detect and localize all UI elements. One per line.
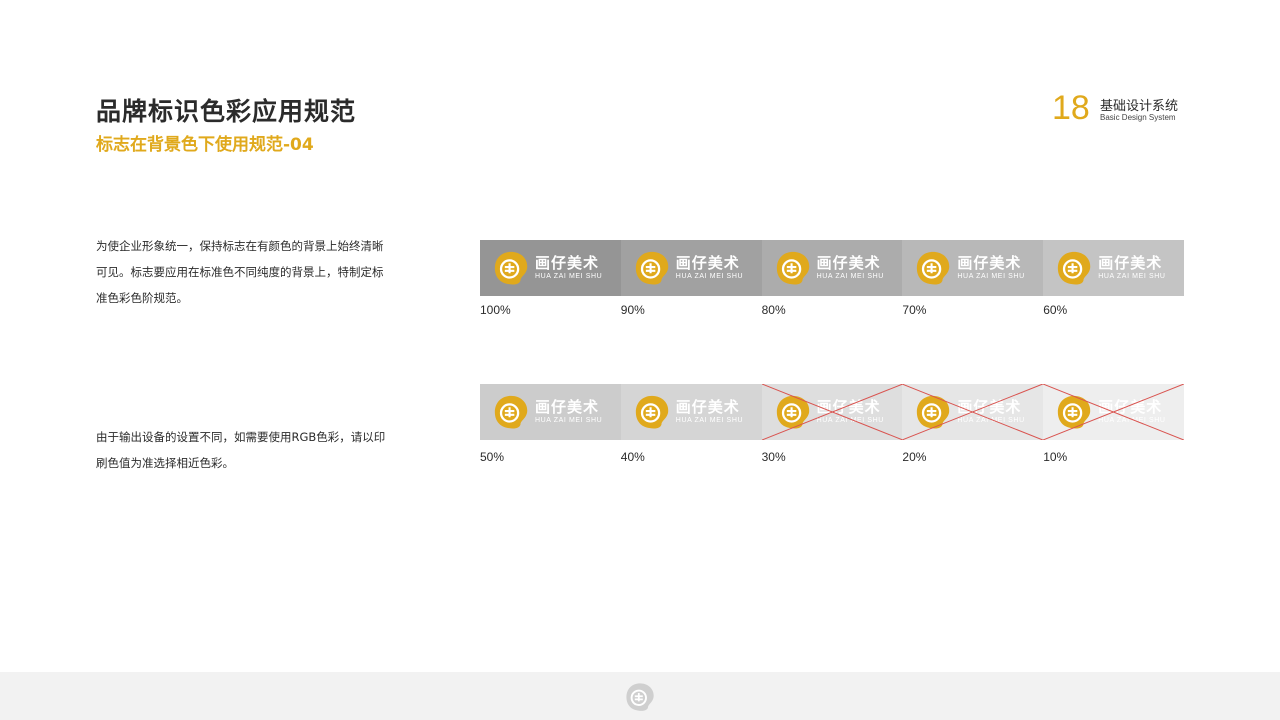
swatch-bar-row-2: 画仔美术 HUA ZAI MEI SHU 画仔美术 HUA ZAI MEI SHU 画仔… — [480, 384, 1184, 440]
logo-name-en: HUA ZAI MEI SHU — [816, 272, 884, 280]
logo-mark-icon — [1058, 251, 1091, 285]
swatch-percentage-label: 50% — [480, 450, 505, 464]
color-swatch: 画仔美术 HUA ZAI MEI SHU — [480, 240, 621, 296]
color-swatch: 画仔美术 HUA ZAI MEI SHU — [620, 240, 762, 296]
swatch-percentage-label: 100% — [480, 303, 511, 317]
logo-name-en: HUA ZAI MEI SHU — [1098, 272, 1166, 280]
logo-name-en: HUA ZAI MEI SHU — [675, 416, 744, 424]
swatch-percentage-label: 30% — [761, 450, 786, 464]
brand-logo: 画仔美术 HUA ZAI MEI SHU — [1055, 249, 1165, 287]
footer — [0, 672, 1280, 720]
color-swatch: 画仔美术 HUA ZAI MEI SHU — [1043, 240, 1184, 296]
swatch-percentage-label: 40% — [620, 450, 645, 464]
color-swatch: 画仔美术 HUA ZAI MEI SHU — [620, 384, 762, 440]
swatch-percentage-label: 80% — [761, 303, 786, 317]
invalid-cross-icon — [762, 384, 903, 440]
logo-name-en: HUA ZAI MEI SHU — [535, 416, 603, 424]
swatch-percentage-label: 60% — [1043, 303, 1068, 317]
color-swatch: 画仔美术 HUA ZAI MEI SHU — [1043, 384, 1184, 440]
logo-name-cn: 画仔美术 — [535, 397, 600, 416]
logo-name-cn: 画仔美术 — [675, 253, 740, 272]
logo-mark-icon — [917, 251, 950, 285]
swatch-percentage-label: 10% — [1043, 450, 1068, 464]
logo-mark-icon — [776, 251, 809, 285]
page-title: 品牌标识色彩应用规范 — [96, 97, 357, 126]
logo-mark-icon — [494, 395, 528, 429]
logo-name-cn: 画仔美术 — [1098, 253, 1163, 272]
logo-name-en: HUA ZAI MEI SHU — [957, 272, 1025, 280]
brand-logo: 画仔美术 HUA ZAI MEI SHU — [633, 393, 743, 431]
brand-logo: 画仔美术 HUA ZAI MEI SHU — [633, 249, 743, 287]
invalid-cross-icon — [902, 384, 1043, 440]
logo-mark-icon — [494, 251, 528, 285]
swatch-percentage-label: 70% — [902, 303, 927, 317]
footer-logo-icon — [626, 683, 654, 711]
logo-name-en: HUA ZAI MEI SHU — [535, 272, 603, 280]
color-swatch: 画仔美术 HUA ZAI MEI SHU — [480, 384, 621, 440]
color-swatch: 画仔美术 HUA ZAI MEI SHU — [761, 240, 903, 296]
logo-name-cn: 画仔美术 — [957, 253, 1022, 272]
logo-name-cn: 画仔美术 — [816, 253, 881, 272]
page-subtitle: 标志在背景色下使用规范-04 — [96, 135, 314, 155]
logo-name-cn: 画仔美术 — [535, 253, 600, 272]
description-rgb-note: 由于输出设备的设置不同，如需要使用RGB色彩，请以印刷色值为准选择相近色彩。 — [96, 430, 386, 470]
logo-mark-icon — [635, 395, 669, 429]
system-title-en: Basic Design System — [1100, 113, 1176, 122]
logo-name-cn: 画仔美术 — [675, 397, 740, 416]
brand-logo: 画仔美术 HUA ZAI MEI SHU — [492, 393, 602, 431]
swatch-percentage-label: 90% — [620, 303, 645, 317]
swatch-bar-row-1: 画仔美术 HUA ZAI MEI SHU 画仔美术 HUA ZAI MEI SHU 画仔… — [480, 240, 1184, 296]
color-swatch: 画仔美术 HUA ZAI MEI SHU — [902, 240, 1044, 296]
swatch-percentage-label: 20% — [902, 450, 927, 464]
system-title-cn: 基础设计系统 — [1100, 99, 1179, 114]
brand-logo: 画仔美术 HUA ZAI MEI SHU — [492, 249, 602, 287]
color-swatch: 画仔美术 HUA ZAI MEI SHU — [761, 384, 903, 440]
brand-logo: 画仔美术 HUA ZAI MEI SHU — [774, 249, 884, 287]
invalid-cross-icon — [1043, 384, 1184, 440]
logo-name-en: HUA ZAI MEI SHU — [675, 272, 744, 280]
color-swatch: 画仔美术 HUA ZAI MEI SHU — [902, 384, 1044, 440]
page-number: 18 — [1052, 89, 1090, 127]
logo-mark-icon — [635, 251, 669, 285]
description-purity: 为使企业形象统一，保持标志在有颜色的背景上始终清晰可见。标志要应用在标准色不同纯… — [96, 239, 384, 305]
brand-logo: 画仔美术 HUA ZAI MEI SHU — [914, 249, 1024, 287]
